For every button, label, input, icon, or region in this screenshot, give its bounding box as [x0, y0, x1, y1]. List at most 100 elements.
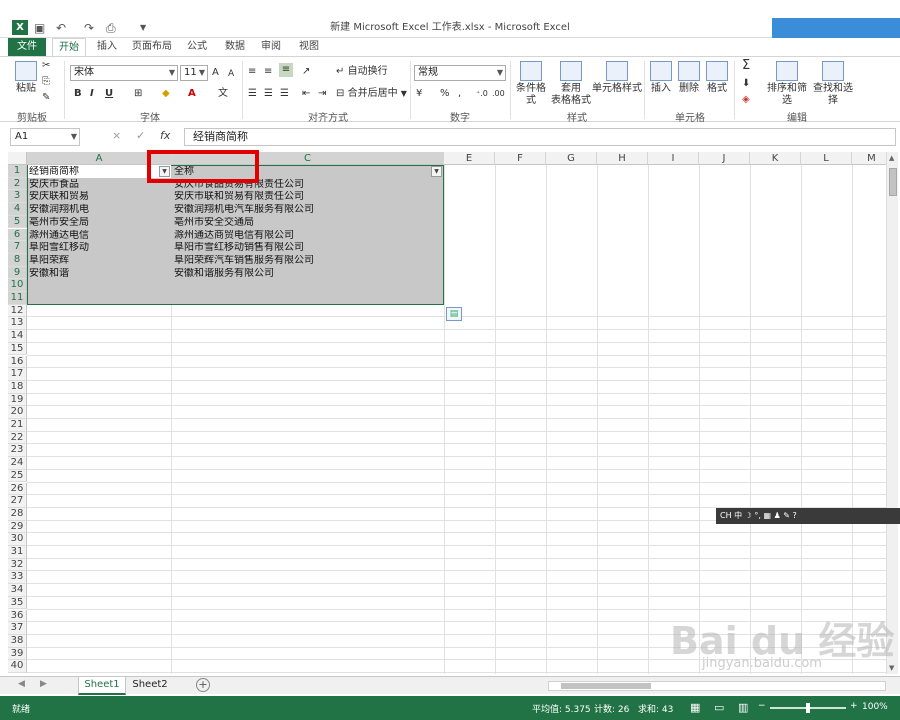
- horizontal-scrollbar[interactable]: [548, 681, 886, 691]
- row-header[interactable]: 38: [8, 634, 27, 648]
- row-header[interactable]: 33: [8, 571, 27, 585]
- enter-icon[interactable]: ✓: [136, 128, 145, 144]
- font-name-select[interactable]: 宋体 ▼: [70, 65, 178, 81]
- border-icon[interactable]: ⊞: [134, 87, 142, 101]
- table-cell-full-name[interactable]: 安庆市联和贸易有限责任公司: [174, 191, 442, 203]
- tab-data[interactable]: 数据: [220, 38, 250, 56]
- merge-center-button[interactable]: ⊟ 合并后居中 ▼: [336, 87, 407, 101]
- fill-icon[interactable]: ⬇: [742, 77, 750, 91]
- row-header[interactable]: 14: [8, 330, 27, 343]
- italic-button[interactable]: I: [90, 87, 94, 101]
- table-cell-full-name[interactable]: 安徽和谐服务有限公司: [174, 268, 442, 280]
- row-header[interactable]: 23: [8, 444, 27, 458]
- row-header[interactable]: 37: [8, 622, 27, 635]
- table-cell-short-name[interactable]: 阜阳雪红移动: [29, 242, 169, 254]
- qat-customize-icon[interactable]: ▼: [140, 20, 146, 36]
- sort-filter-button[interactable]: 排序和筛选: [764, 61, 810, 107]
- scroll-up-icon[interactable]: ▲: [889, 154, 894, 162]
- percent-button[interactable]: %: [440, 87, 450, 101]
- zoom-slider-thumb[interactable]: [806, 703, 810, 713]
- row-header[interactable]: 7: [8, 241, 27, 254]
- row-header[interactable]: 13: [8, 317, 27, 331]
- insert-cells-button[interactable]: 插入: [648, 61, 674, 95]
- page-layout-view-icon[interactable]: ▭: [714, 701, 724, 714]
- row-header[interactable]: 15: [8, 342, 27, 356]
- tab-page-layout[interactable]: 页面布局: [130, 38, 174, 56]
- row-header[interactable]: 10: [8, 279, 27, 292]
- row-header[interactable]: 17: [8, 368, 27, 381]
- column-header-g[interactable]: G: [546, 152, 597, 165]
- column-header-l[interactable]: L: [801, 152, 852, 165]
- conditional-format-button[interactable]: 条件格式: [512, 61, 550, 107]
- tab-review[interactable]: 审阅: [256, 38, 286, 56]
- tab-formulas[interactable]: 公式: [182, 38, 212, 56]
- page-break-view-icon[interactable]: ▥: [738, 701, 748, 714]
- copy-icon[interactable]: ⎘: [42, 75, 50, 89]
- normal-view-icon[interactable]: ▦: [690, 701, 700, 714]
- row-header[interactable]: 36: [8, 609, 27, 623]
- tab-insert[interactable]: 插入: [92, 38, 122, 56]
- table-cell-full-name[interactable]: 阜阳荣辉汽车销售服务有限公司: [174, 255, 442, 267]
- table-cell-short-name[interactable]: 安徽和谐: [29, 268, 169, 280]
- zoom-in-icon[interactable]: +: [850, 701, 858, 711]
- comma-button[interactable]: ,: [458, 87, 461, 101]
- prev-sheet-icon[interactable]: ◀: [18, 679, 25, 689]
- row-header[interactable]: 16: [8, 355, 27, 369]
- row-header[interactable]: 4: [8, 203, 27, 216]
- row-header[interactable]: 25: [8, 469, 27, 483]
- select-all-corner[interactable]: [8, 152, 27, 165]
- font-size-select[interactable]: 11 ▼: [180, 65, 208, 81]
- paste-button[interactable]: 粘贴: [12, 61, 40, 95]
- clear-icon[interactable]: ◈: [742, 93, 750, 107]
- row-header[interactable]: 12: [8, 304, 27, 318]
- row-header[interactable]: 27: [8, 495, 27, 508]
- tab-view[interactable]: 视图: [294, 38, 324, 56]
- cut-icon[interactable]: ✂: [42, 59, 50, 73]
- row-header[interactable]: 40: [8, 660, 27, 673]
- horizontal-scroll-thumb[interactable]: [561, 683, 651, 689]
- row-header[interactable]: 5: [8, 215, 27, 229]
- filter-dropdown-c[interactable]: ▼: [431, 166, 442, 177]
- column-header-f[interactable]: F: [495, 152, 546, 165]
- indent-icon[interactable]: ⇤: [302, 87, 310, 101]
- worksheet-grid[interactable]: A C E F G H I J K L M 1 2 3 4 5 6 7 8 9 10 11 12 13 1…: [8, 152, 886, 674]
- row-header[interactable]: 9: [8, 266, 27, 280]
- row-header[interactable]: 22: [8, 431, 27, 445]
- table-cell-short-name[interactable]: 安徽润翔机电: [29, 204, 169, 216]
- row-header[interactable]: 21: [8, 419, 27, 432]
- autosum-button[interactable]: Σ: [742, 59, 750, 73]
- delete-cells-button[interactable]: 删除: [676, 61, 702, 95]
- table-cell-short-name[interactable]: 阜阳荣辉: [29, 255, 169, 267]
- grow-font-button[interactable]: A: [212, 66, 219, 80]
- row-header[interactable]: 19: [8, 393, 27, 407]
- table-cell-short-name[interactable]: 滁州通达电信: [29, 230, 169, 242]
- sheet-tab-2[interactable]: Sheet2: [128, 677, 172, 695]
- align-middle-icon[interactable]: ≡: [264, 65, 272, 79]
- print-icon[interactable]: ⎙: [106, 20, 116, 36]
- row-header[interactable]: 3: [8, 190, 27, 204]
- align-right-icon[interactable]: ☰: [280, 87, 289, 101]
- row-header[interactable]: 30: [8, 533, 27, 546]
- bold-button[interactable]: B: [74, 87, 82, 101]
- table-cell-full-name[interactable]: 阜阳市雪红移动销售有限公司: [174, 242, 442, 254]
- format-cells-button[interactable]: 格式: [704, 61, 730, 95]
- undo-icon[interactable]: ↶: [56, 20, 66, 36]
- table-cell-full-name[interactable]: 安徽润翔机电汽车服务有限公司: [174, 204, 442, 216]
- decrease-decimal-icon[interactable]: .00: [492, 87, 505, 101]
- row-header[interactable]: 2: [8, 177, 27, 191]
- currency-icon[interactable]: ¥: [416, 87, 422, 101]
- column-header-h[interactable]: H: [597, 152, 648, 165]
- zoom-level[interactable]: 100%: [862, 702, 888, 712]
- row-header[interactable]: 1: [8, 165, 27, 178]
- table-cell-short-name[interactable]: 亳州市安全局: [29, 217, 169, 229]
- zoom-out-icon[interactable]: −: [758, 701, 766, 711]
- quick-analysis-icon[interactable]: ▤: [446, 307, 462, 321]
- sheet-tab-1[interactable]: Sheet1: [78, 677, 126, 695]
- name-box[interactable]: A1 ▼: [10, 128, 80, 146]
- tab-home[interactable]: 开始: [52, 38, 86, 56]
- row-header[interactable]: 18: [8, 380, 27, 394]
- align-left-icon[interactable]: ☰: [248, 87, 257, 101]
- table-cell-full-name[interactable]: 滁州通达商贸电信有限公司: [174, 230, 442, 242]
- format-as-table-button[interactable]: 套用 表格格式: [550, 61, 592, 107]
- zoom-slider[interactable]: [770, 703, 846, 713]
